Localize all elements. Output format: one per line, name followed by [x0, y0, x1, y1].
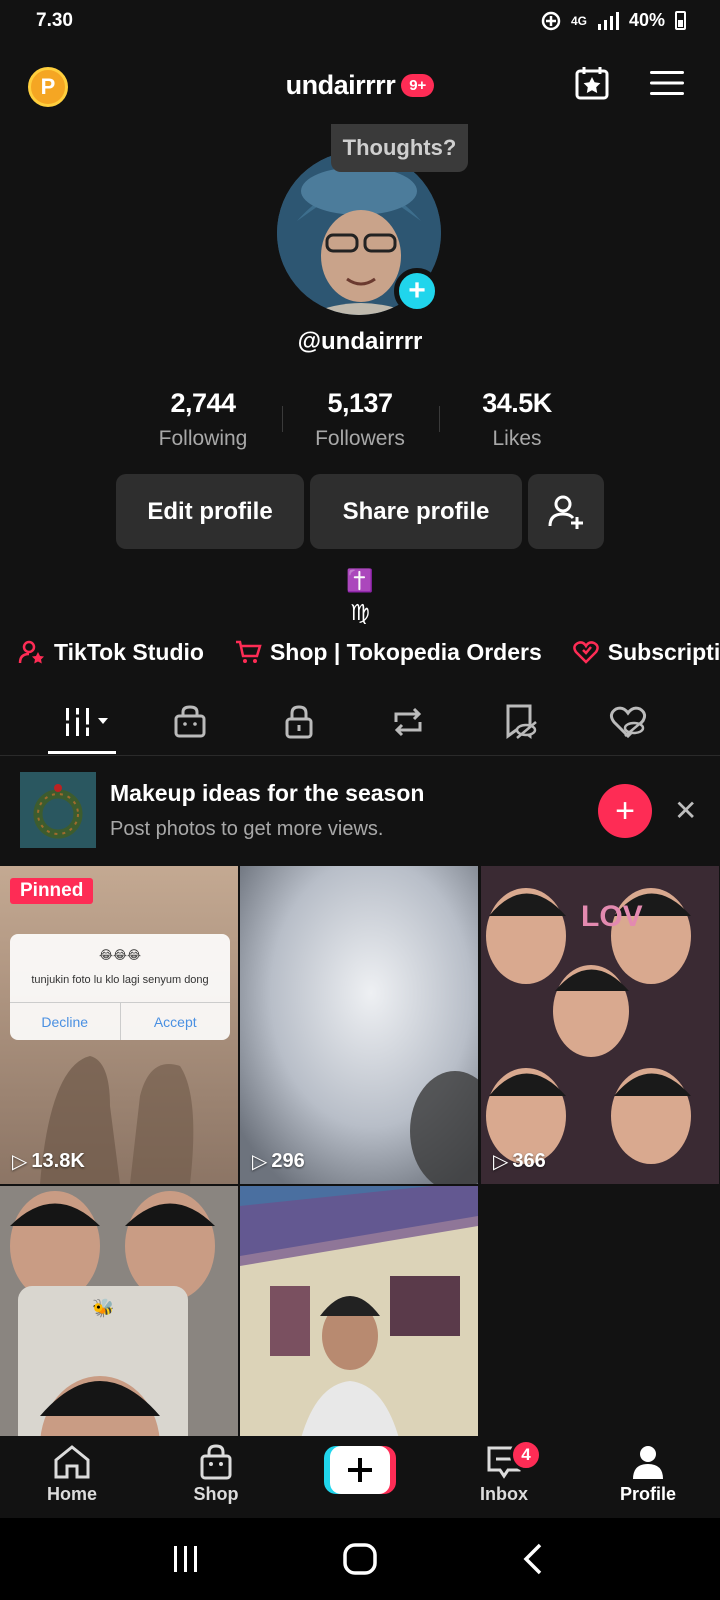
view-count: ▷ 366	[493, 1149, 546, 1174]
tab-private-lock-icon[interactable]	[279, 702, 319, 742]
create-post-button[interactable]	[324, 1446, 396, 1494]
add-user-icon	[548, 495, 583, 529]
view-count: ▷ 13.8K	[12, 1149, 85, 1174]
data-saver-icon	[541, 11, 561, 30]
bio-line: ✝️	[346, 568, 374, 593]
video-preview	[240, 866, 478, 1184]
stat-followers[interactable]: 5,137 Followers	[281, 388, 439, 451]
avatar-container[interactable]: +	[277, 151, 441, 315]
subscription-icon	[572, 641, 599, 664]
edit-profile-button[interactable]: Edit profile	[116, 474, 304, 549]
home-icon	[54, 1445, 90, 1479]
promo-subtitle: Post photos to get more views.	[110, 818, 384, 840]
link-subscription[interactable]: Subscriptio	[572, 638, 720, 666]
profile-links: TikTok Studio Shop | Tokopedia Orders Su…	[18, 638, 720, 666]
tab-saved-hidden-icon[interactable]	[500, 702, 540, 742]
play-icon: ▷	[252, 1151, 268, 1173]
header-username: undairrrr	[285, 70, 396, 100]
stat-label: Followers	[315, 427, 405, 450]
question-card: 😂😂😂 tunjukin foto lu klo lagi senyum don…	[10, 934, 230, 1040]
view-count-value: 296	[271, 1150, 305, 1172]
add-friend-button[interactable]	[528, 474, 604, 549]
profile-handle: @undairrrr	[297, 328, 423, 355]
stat-value: 2,744	[170, 388, 236, 418]
share-profile-button[interactable]: Share profile	[310, 474, 522, 549]
video-thumbnail[interactable]: ▷ 296	[240, 866, 478, 1184]
battery-icon	[675, 11, 686, 30]
view-count: ▷ 296	[252, 1149, 305, 1174]
top-bar: P undairrrr 9+	[0, 56, 720, 116]
stat-likes[interactable]: 34.5K Likes	[438, 388, 596, 451]
signal-icon	[597, 11, 619, 30]
calendar-star-icon[interactable]	[574, 65, 610, 101]
play-icon: ▷	[12, 1151, 28, 1173]
promo-title: Makeup ideas for the season	[110, 780, 425, 806]
tab-videos-grid-icon[interactable]	[62, 702, 116, 742]
notification-badge: 9+	[401, 74, 435, 97]
link-label: TikTok Studio	[54, 638, 204, 665]
promo-banner[interactable]: Makeup ideas for the season Post photos …	[0, 766, 720, 862]
account-switcher[interactable]: undairrrr 9+	[0, 70, 720, 101]
video-preview: LOV	[481, 866, 719, 1184]
status-time: 7.30	[36, 10, 73, 31]
svg-text:LOV: LOV	[581, 900, 643, 933]
nav-label: Shop	[193, 1484, 239, 1504]
battery-percent: 40%	[628, 10, 665, 30]
stat-label: Following	[158, 427, 248, 450]
nav-label: Inbox	[480, 1484, 528, 1504]
recent-apps-icon[interactable]	[170, 1544, 202, 1574]
svg-text:🐝: 🐝	[92, 1298, 114, 1318]
studio-user-icon	[18, 640, 44, 664]
inbox-count-badge: 4	[510, 1439, 542, 1471]
add-story-button[interactable]: +	[394, 268, 440, 314]
nav-home[interactable]: Home	[22, 1444, 122, 1505]
promo-create-button[interactable]: +	[598, 784, 652, 838]
nav-label: Home	[46, 1484, 97, 1504]
link-label: Subscriptio	[607, 638, 720, 665]
card-buttons: Decline Accept	[10, 1002, 230, 1040]
menu-icon[interactable]	[650, 69, 684, 97]
cart-icon	[235, 640, 262, 663]
stat-following[interactable]: 2,744 Following	[125, 388, 282, 451]
nav-label: Profile	[619, 1484, 676, 1504]
nav-profile[interactable]: Profile	[598, 1444, 698, 1505]
view-count-value: 13.8K	[31, 1150, 85, 1172]
active-tab-indicator	[48, 751, 116, 754]
profile-stats: 2,744 Following 5,137 Followers 34.5K Li…	[0, 388, 720, 451]
bottom-nav: Home Shop Inbox 4 Profile	[0, 1436, 720, 1518]
bio-line: ♍	[350, 600, 370, 625]
stat-label: Likes	[492, 427, 542, 450]
video-thumbnail[interactable]: Pinned 😂😂😂 tunjukin foto lu klo lagi sen…	[0, 866, 238, 1184]
home-button-icon[interactable]	[342, 1542, 378, 1576]
card-emoji: 😂😂😂	[98, 948, 142, 962]
pinned-badge: Pinned	[10, 878, 94, 904]
profile-icon	[633, 1446, 663, 1479]
system-nav-bar	[0, 1518, 720, 1600]
view-count-value: 366	[512, 1150, 546, 1172]
link-tiktok-studio[interactable]: TikTok Studio	[18, 638, 204, 666]
decline-label: Decline	[41, 1013, 89, 1030]
promo-thumbnail	[20, 772, 96, 848]
stat-value: 34.5K	[482, 388, 552, 418]
shop-bag-icon	[200, 1444, 232, 1480]
back-icon[interactable]	[520, 1542, 548, 1576]
thoughts-bubble[interactable]: Thoughts?	[331, 124, 468, 172]
tab-shop-icon[interactable]	[170, 702, 210, 742]
network-type: 4G	[570, 13, 587, 28]
link-shop-orders[interactable]: Shop | Tokopedia Orders	[234, 638, 542, 666]
card-text: tunjukin foto lu klo lagi senyum dong	[31, 974, 209, 986]
content-tabs	[0, 690, 720, 756]
link-label: Shop | Tokopedia Orders	[269, 638, 542, 665]
tab-repost-icon[interactable]	[388, 702, 428, 742]
profile-bio: ✝️ ♍	[0, 565, 720, 629]
video-thumbnail[interactable]: LOV ▷ 366	[481, 866, 719, 1184]
status-icons: 4G 40%	[541, 10, 686, 31]
status-bar: 7.30 4G 40%	[0, 0, 720, 46]
accept-label: Accept	[119, 1003, 231, 1040]
nav-shop[interactable]: Shop	[166, 1444, 266, 1505]
close-icon[interactable]: ✕	[674, 794, 697, 827]
tab-liked-hidden-icon[interactable]	[608, 702, 648, 742]
play-icon: ▷	[493, 1151, 509, 1173]
stat-value: 5,137	[327, 388, 393, 418]
